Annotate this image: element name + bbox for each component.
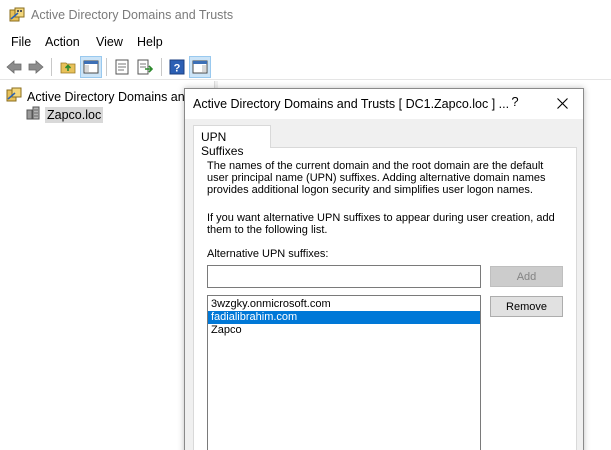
tab-upn-suffixes[interactable]: UPN Suffixes [193,125,271,158]
menu-file[interactable]: File [11,35,31,49]
alt-upn-input[interactable] [207,265,481,288]
window-title: Active Directory Domains and Trusts [31,8,234,22]
svg-text:?: ? [174,63,181,75]
upn-instruction-text: If you want alternative UPN suffixes to … [207,212,555,236]
forward-icon[interactable] [25,56,47,78]
tree-domain-node[interactable]: Zapco.loc [25,105,104,124]
alt-upn-label: Alternative UPN suffixes: [207,248,329,260]
up-folder-icon[interactable] [57,56,79,78]
upn-properties-dialog: Active Directory Domains and Trusts [ DC… [184,88,584,450]
menu-bar: File Action View Help [0,31,611,53]
remove-button[interactable]: Remove [490,296,563,317]
back-icon[interactable] [3,56,25,78]
console-tree-pane: Active Directory Domains and Trusts Zapc… [0,81,229,450]
export-list-icon[interactable] [134,56,156,78]
list-item[interactable]: Zapco [208,324,480,337]
menu-help[interactable]: Help [137,35,163,49]
domains-trusts-icon [6,87,22,106]
domain-icon [25,105,41,124]
tab-upn-suffixes-label: UPN Suffixes [201,130,244,158]
window-title-bar: Active Directory Domains and Trusts [0,0,611,31]
list-item-selected[interactable]: fadialibrahim.com [208,311,480,324]
domains-trusts-app-icon [9,7,25,23]
add-button[interactable]: Add [490,266,563,287]
toolbar-separator [161,58,162,76]
close-icon[interactable] [551,92,573,114]
dialog-title-bar: Active Directory Domains and Trusts [ DC… [185,89,583,119]
properties-icon[interactable] [111,56,133,78]
tree-domain-label: Zapco.loc [45,106,104,123]
dialog-help-button[interactable]: ? [507,94,523,112]
show-action-pane-icon[interactable] [189,56,211,78]
tab-panel: The names of the current domain and the … [193,147,577,450]
menu-action[interactable]: Action [45,35,80,49]
toolbar-separator [51,58,52,76]
show-hide-tree-icon[interactable] [80,56,102,78]
toolbar-separator [106,58,107,76]
help-icon[interactable]: ? [166,56,188,78]
upn-suffix-list[interactable]: 3wzgky.onmicrosoft.com fadialibrahim.com… [207,295,481,450]
list-item[interactable]: 3wzgky.onmicrosoft.com [208,298,480,311]
dialog-title: Active Directory Domains and Trusts [ DC… [193,97,510,111]
menu-view[interactable]: View [96,35,123,49]
toolbar: ? [0,53,611,80]
upn-description-text: The names of the current domain and the … [207,160,546,196]
